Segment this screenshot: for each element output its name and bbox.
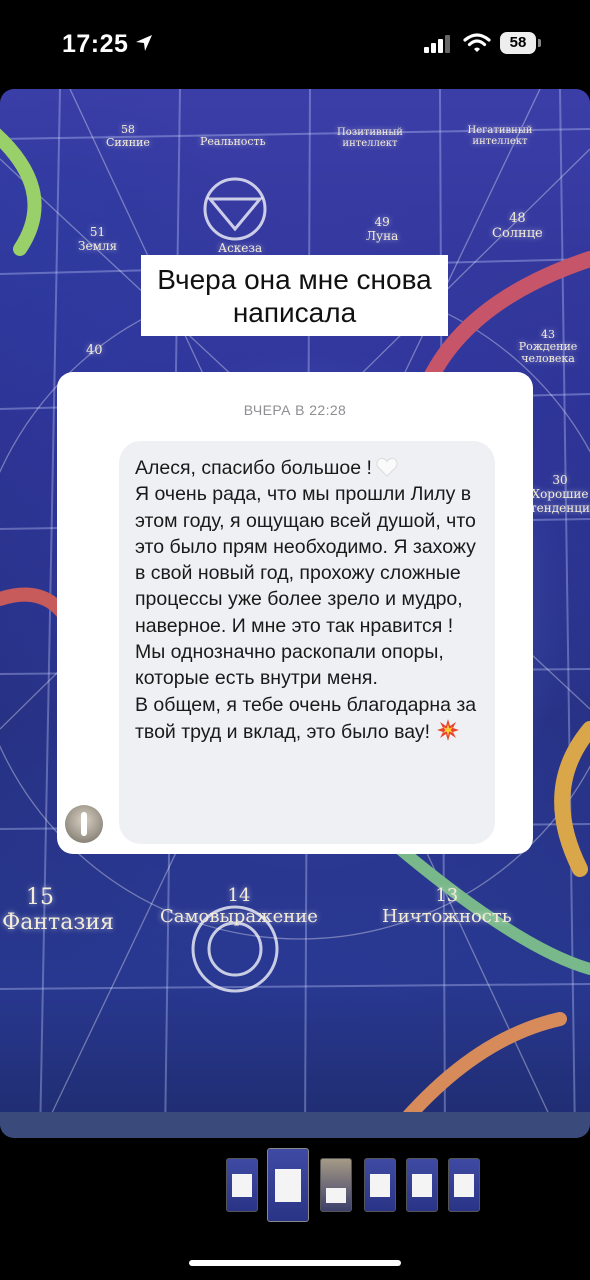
story-bottom-strip bbox=[0, 1112, 590, 1138]
board-label: Негативный интеллект bbox=[467, 125, 533, 147]
board-label-text: Фантазия bbox=[2, 910, 114, 935]
thumbnail-card bbox=[232, 1173, 252, 1198]
story-caption: Вчера она мне снова написала bbox=[141, 255, 448, 336]
battery-level: 58 bbox=[500, 32, 536, 54]
home-indicator[interactable] bbox=[189, 1260, 401, 1266]
cellular-signal-icon bbox=[424, 35, 450, 53]
board-label-num: 14 bbox=[227, 885, 251, 906]
board-label-num: 51 bbox=[89, 225, 106, 239]
battery-indicator: 58 bbox=[500, 32, 542, 54]
message-date: ВЧЕРА В 22:28 bbox=[243, 402, 347, 418]
story-thumbnail[interactable] bbox=[448, 1158, 480, 1212]
board-label: 49 Луна bbox=[366, 215, 398, 243]
message-screenshot-card: ВЧЕРА В 22:28 Алеся, спасибо большое ! Я… bbox=[57, 372, 533, 854]
story-thumbnail-strip bbox=[0, 1148, 590, 1228]
thumbnail-card bbox=[412, 1173, 432, 1198]
board-label-text: Самовыражение bbox=[160, 906, 318, 927]
thumbnail-card bbox=[370, 1173, 390, 1198]
board-label: 40 bbox=[86, 343, 103, 358]
avatar-figure bbox=[81, 812, 87, 836]
board-label-num: 48 bbox=[509, 211, 526, 226]
story-thumbnail[interactable] bbox=[406, 1158, 438, 1212]
message-paragraph: В общем, я тебе очень благодарна за твой… bbox=[135, 693, 477, 743]
board-label-text: Сияние bbox=[106, 136, 150, 149]
board-label-num: 58 bbox=[120, 123, 135, 136]
battery-tip bbox=[538, 39, 541, 47]
message-greeting: Алеся, спасибо большое ! bbox=[135, 457, 372, 479]
board-label-num: 13 bbox=[435, 885, 459, 906]
story-thumbnail[interactable] bbox=[320, 1158, 352, 1212]
board-label: Аскеза bbox=[218, 241, 263, 255]
board-label: 43 Рождение человека bbox=[506, 329, 590, 365]
board-label: 58 Сияние bbox=[106, 123, 150, 149]
story-thumbnail-active[interactable] bbox=[267, 1148, 309, 1222]
thumbnail-card bbox=[326, 1187, 346, 1204]
board-label: 30 Хорошие тенденции bbox=[530, 473, 590, 515]
board-label: 51 Земля bbox=[78, 225, 117, 253]
board-label: 48 Солнце bbox=[492, 211, 543, 241]
thumbnail-card bbox=[454, 1173, 474, 1198]
board-label-num: 30 bbox=[552, 473, 568, 487]
thumbnail-card bbox=[275, 1169, 301, 1203]
board-label: Позитивный интеллект bbox=[337, 127, 403, 149]
message-text: Алеся, спасибо большое ! Я очень рада, ч… bbox=[135, 455, 485, 745]
message-bubble: Алеся, спасибо большое ! Я очень рада, ч… bbox=[119, 441, 495, 844]
board-label: 15 Фантазия bbox=[2, 885, 114, 935]
board-label: 13 Ничтожность bbox=[382, 885, 512, 927]
collision-icon bbox=[437, 718, 460, 741]
board-label-num: 15 bbox=[26, 885, 54, 910]
status-bar: 17:25 58 bbox=[0, 0, 590, 88]
status-time: 17:25 bbox=[62, 30, 129, 58]
message-line: Алеся, спасибо большое ! bbox=[135, 455, 485, 481]
message-line: В общем, я тебе очень благодарна за твой… bbox=[135, 692, 485, 746]
board-label-text: Луна bbox=[366, 229, 399, 243]
board-label-text: Солнце bbox=[492, 226, 543, 241]
board-label-num: 49 bbox=[374, 215, 390, 229]
board-label-text: Земля bbox=[78, 239, 118, 253]
wifi-icon bbox=[463, 33, 491, 52]
white-heart-icon bbox=[376, 457, 398, 477]
story-thumbnail[interactable] bbox=[364, 1158, 396, 1212]
board-label: Реальность bbox=[200, 135, 266, 148]
board-label-text: Хорошие тенденции bbox=[530, 487, 590, 515]
story-thumbnail[interactable] bbox=[226, 1158, 258, 1212]
location-arrow-icon bbox=[136, 35, 152, 51]
board-label-text: Ничтожность bbox=[382, 906, 512, 927]
board-label: 14 Самовыражение bbox=[160, 885, 318, 927]
board-label-text: Рождение человека bbox=[518, 340, 578, 365]
message-paragraph: Я очень рада, что мы прошли Лилу в этом … bbox=[135, 483, 476, 690]
avatar bbox=[65, 805, 103, 843]
